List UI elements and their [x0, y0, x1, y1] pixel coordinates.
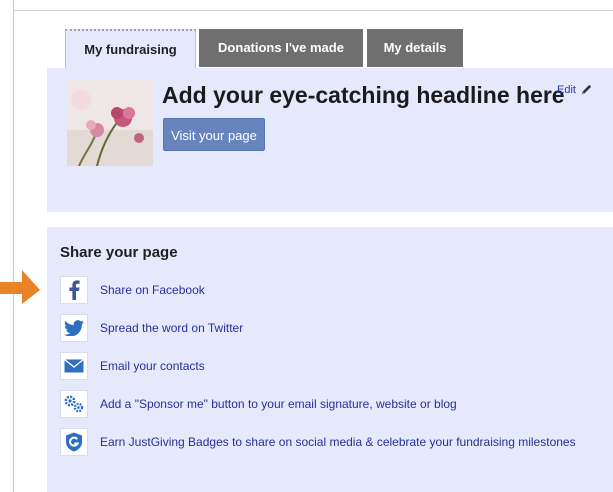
pencil-icon[interactable] — [580, 83, 593, 96]
frame-border-top — [13, 10, 613, 11]
share-section-title: Share your page — [60, 244, 178, 261]
page-headline: Add your eye-catching headline here — [162, 82, 565, 108]
share-twitter-label[interactable]: Spread the word on Twitter — [100, 321, 243, 335]
share-badges-label[interactable]: Earn JustGiving Badges to share on socia… — [100, 435, 576, 449]
email-icon[interactable] — [60, 352, 88, 380]
edit-label[interactable]: Edit — [557, 84, 576, 96]
page-photo[interactable] — [67, 80, 153, 166]
gears-icon[interactable] — [60, 390, 88, 418]
share-email-item[interactable]: Email your contacts — [60, 350, 205, 382]
share-sponsor-button-item[interactable]: Add a "Sponsor me" button to your email … — [60, 388, 457, 420]
share-twitter-item[interactable]: Spread the word on Twitter — [60, 312, 243, 344]
share-badges-item[interactable]: Earn JustGiving Badges to share on socia… — [60, 426, 576, 458]
facebook-icon[interactable] — [60, 276, 88, 304]
share-email-label[interactable]: Email your contacts — [100, 359, 205, 373]
twitter-icon[interactable] — [60, 314, 88, 342]
edit-headline-link[interactable]: Edit — [557, 83, 593, 96]
share-sponsor-button-label[interactable]: Add a "Sponsor me" button to your email … — [100, 397, 457, 411]
share-facebook-item[interactable]: Share on Facebook — [60, 274, 205, 306]
share-panel: Share your page Share on Facebook Spread… — [47, 227, 613, 492]
pointer-arrow-icon — [0, 270, 40, 304]
tab-my-details[interactable]: My details — [367, 29, 463, 67]
frame-border-left — [13, 0, 14, 492]
badge-icon[interactable] — [60, 428, 88, 456]
tab-my-fundraising[interactable]: My fundraising — [65, 29, 196, 69]
share-facebook-label[interactable]: Share on Facebook — [100, 283, 205, 297]
visit-page-button[interactable]: Visit your page — [163, 118, 265, 151]
tab-donations-made[interactable]: Donations I've made — [199, 29, 363, 67]
page-header-panel: Add your eye-catching headline here Edit… — [47, 68, 613, 212]
